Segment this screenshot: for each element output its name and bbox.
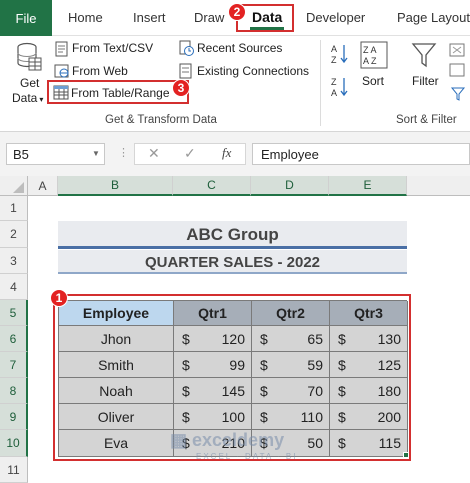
sheet-title[interactable]: ABC Group	[58, 221, 407, 248]
column-header-c[interactable]: C	[173, 176, 251, 196]
sheet-subtitle[interactable]: QUARTER SALES - 2022	[58, 250, 407, 274]
filter-button[interactable]: Filter	[412, 74, 439, 88]
watermark-icon: ▦	[170, 430, 193, 450]
existing-connections-icon	[178, 63, 194, 79]
step-badge-2: 2	[228, 3, 246, 21]
row-header-1[interactable]: 1	[0, 196, 28, 221]
name-box-chevron-icon[interactable]: ▼	[92, 149, 100, 158]
get-data-label-1[interactable]: Get	[20, 76, 39, 90]
sort-filter-group-label: Sort & Filter	[396, 114, 457, 126]
existing-connections-button[interactable]: Existing Connections	[197, 64, 309, 78]
active-tab-indicator	[250, 27, 284, 30]
table-icon	[53, 85, 69, 100]
get-transform-group-label: Get & Transform Data	[105, 114, 217, 126]
row-header-5[interactable]: 5	[0, 300, 28, 326]
name-box-value: B5	[13, 147, 29, 162]
ribbon-separator	[320, 40, 321, 126]
filter-options-icons[interactable]	[448, 42, 468, 104]
sort-button[interactable]: Sort	[362, 74, 384, 88]
column-header-d[interactable]: D	[251, 176, 329, 196]
recent-sources-button[interactable]: Recent Sources	[197, 41, 282, 55]
watermark-brand: exceldemy	[192, 430, 285, 450]
row-header-2[interactable]: 2	[0, 221, 28, 248]
sort-dialog-icon[interactable]: Z AA Z	[360, 41, 388, 69]
row-header-4[interactable]: 4	[0, 274, 28, 300]
tab-page-layout[interactable]: Page Layout	[397, 10, 470, 25]
subtitle-underline	[58, 272, 407, 274]
svg-text:Z: Z	[331, 55, 337, 65]
row-header-3[interactable]: 3	[0, 248, 28, 274]
sort-descending-icon[interactable]: ZA	[331, 76, 349, 98]
enter-icon[interactable]: ✓	[184, 145, 196, 162]
database-icon	[16, 42, 42, 72]
web-icon	[54, 63, 70, 79]
row-header-11[interactable]: 11	[0, 457, 28, 483]
filter-funnel-icon[interactable]	[411, 41, 437, 69]
fill-handle[interactable]	[403, 452, 409, 458]
insert-function-icon[interactable]: fx	[222, 145, 231, 161]
from-text-csv-button[interactable]: From Text/CSV	[72, 41, 153, 55]
formula-content: Employee	[261, 147, 319, 162]
step-badge-1: 1	[50, 289, 68, 307]
get-data-label-2: Data	[12, 91, 38, 105]
svg-text:A: A	[331, 44, 337, 54]
column-header-e[interactable]: E	[329, 176, 407, 196]
row-header-6[interactable]: 6	[0, 326, 28, 352]
watermark-tagline: EXCEL · DATA · BI	[196, 452, 298, 461]
title-underline	[58, 246, 407, 249]
watermark-logo: ▦ exceldemy	[170, 430, 284, 451]
tab-draw[interactable]: Draw	[194, 10, 224, 25]
tab-data[interactable]: Data	[252, 9, 282, 25]
row-header-7[interactable]: 7	[0, 352, 28, 378]
row-header-8[interactable]: 8	[0, 378, 28, 404]
tab-home[interactable]: Home	[68, 10, 103, 25]
column-header-blank	[407, 176, 470, 196]
tab-developer[interactable]: Developer	[306, 10, 365, 25]
svg-text:Z: Z	[331, 77, 337, 87]
tab-file[interactable]: File	[0, 0, 52, 36]
from-web-button[interactable]: From Web	[72, 64, 128, 78]
formula-input[interactable]: Employee	[252, 143, 470, 165]
name-box[interactable]: B5	[6, 143, 105, 165]
row-header-10[interactable]: 10	[0, 430, 28, 457]
select-all-corner[interactable]	[0, 176, 28, 196]
from-table-range-button[interactable]: From Table/Range	[71, 86, 170, 100]
chevron-down-icon: ▾	[39, 95, 44, 104]
step-badge-3: 3	[172, 79, 190, 97]
get-data-button[interactable]: Data ▾	[12, 91, 43, 105]
column-header-a[interactable]: A	[28, 176, 58, 196]
svg-text:A Z: A Z	[363, 56, 377, 66]
more-options-icon[interactable]: ⋮	[118, 146, 129, 159]
tab-insert[interactable]: Insert	[133, 10, 166, 25]
column-header-b[interactable]: B	[58, 176, 173, 196]
svg-text:Z A: Z A	[363, 45, 377, 55]
svg-text:A: A	[331, 88, 337, 98]
cancel-icon[interactable]: ✕	[148, 145, 160, 162]
recent-sources-icon	[178, 40, 194, 56]
text-file-icon	[54, 41, 70, 57]
sort-ascending-icon[interactable]: AZ	[331, 43, 349, 65]
row-header-9[interactable]: 9	[0, 404, 28, 430]
